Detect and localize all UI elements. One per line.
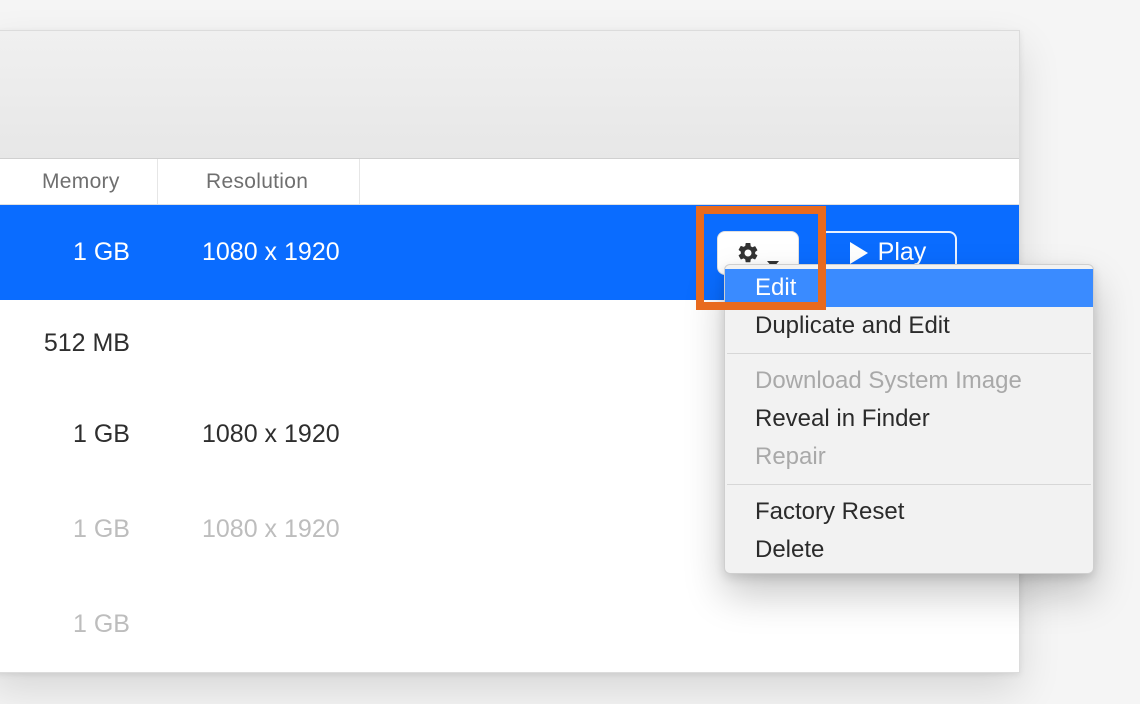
cell-memory: 1 GB [0, 420, 158, 449]
cell-memory: 1 GB [0, 515, 158, 544]
menu-item-download-system-image: Download System Image [725, 362, 1093, 400]
table-header: Memory Resolution [0, 159, 1019, 205]
cell-resolution: 1080 x 1920 [158, 420, 438, 449]
menu-item-delete[interactable]: Delete [725, 531, 1093, 569]
table-row[interactable]: 1 GB [0, 577, 1019, 672]
chevron-down-icon [766, 248, 780, 258]
menu-separator [727, 353, 1091, 354]
menu-item-duplicate-and-edit[interactable]: Duplicate and Edit [725, 307, 1093, 345]
menu-item-edit[interactable]: Edit [725, 269, 1093, 307]
window-toolbar [0, 31, 1019, 159]
menu-item-factory-reset[interactable]: Factory Reset [725, 493, 1093, 531]
gear-icon [736, 241, 760, 265]
column-header-rest [360, 159, 1019, 204]
cell-memory: 1 GB [0, 610, 158, 639]
play-icon [850, 242, 868, 264]
menu-item-repair: Repair [725, 438, 1093, 476]
cell-resolution: 1080 x 1920 [158, 515, 438, 544]
menu-item-reveal-in-finder[interactable]: Reveal in Finder [725, 400, 1093, 438]
column-header-resolution[interactable]: Resolution [158, 159, 360, 204]
menu-separator [727, 484, 1091, 485]
cell-memory: 1 GB [0, 238, 158, 267]
cell-resolution: 1080 x 1920 [158, 238, 438, 267]
column-header-memory[interactable]: Memory [0, 159, 158, 204]
cell-memory: 512 MB [0, 329, 158, 358]
row-settings-menu: Edit Duplicate and Edit Download System … [724, 264, 1094, 574]
play-button-label: Play [878, 238, 927, 267]
